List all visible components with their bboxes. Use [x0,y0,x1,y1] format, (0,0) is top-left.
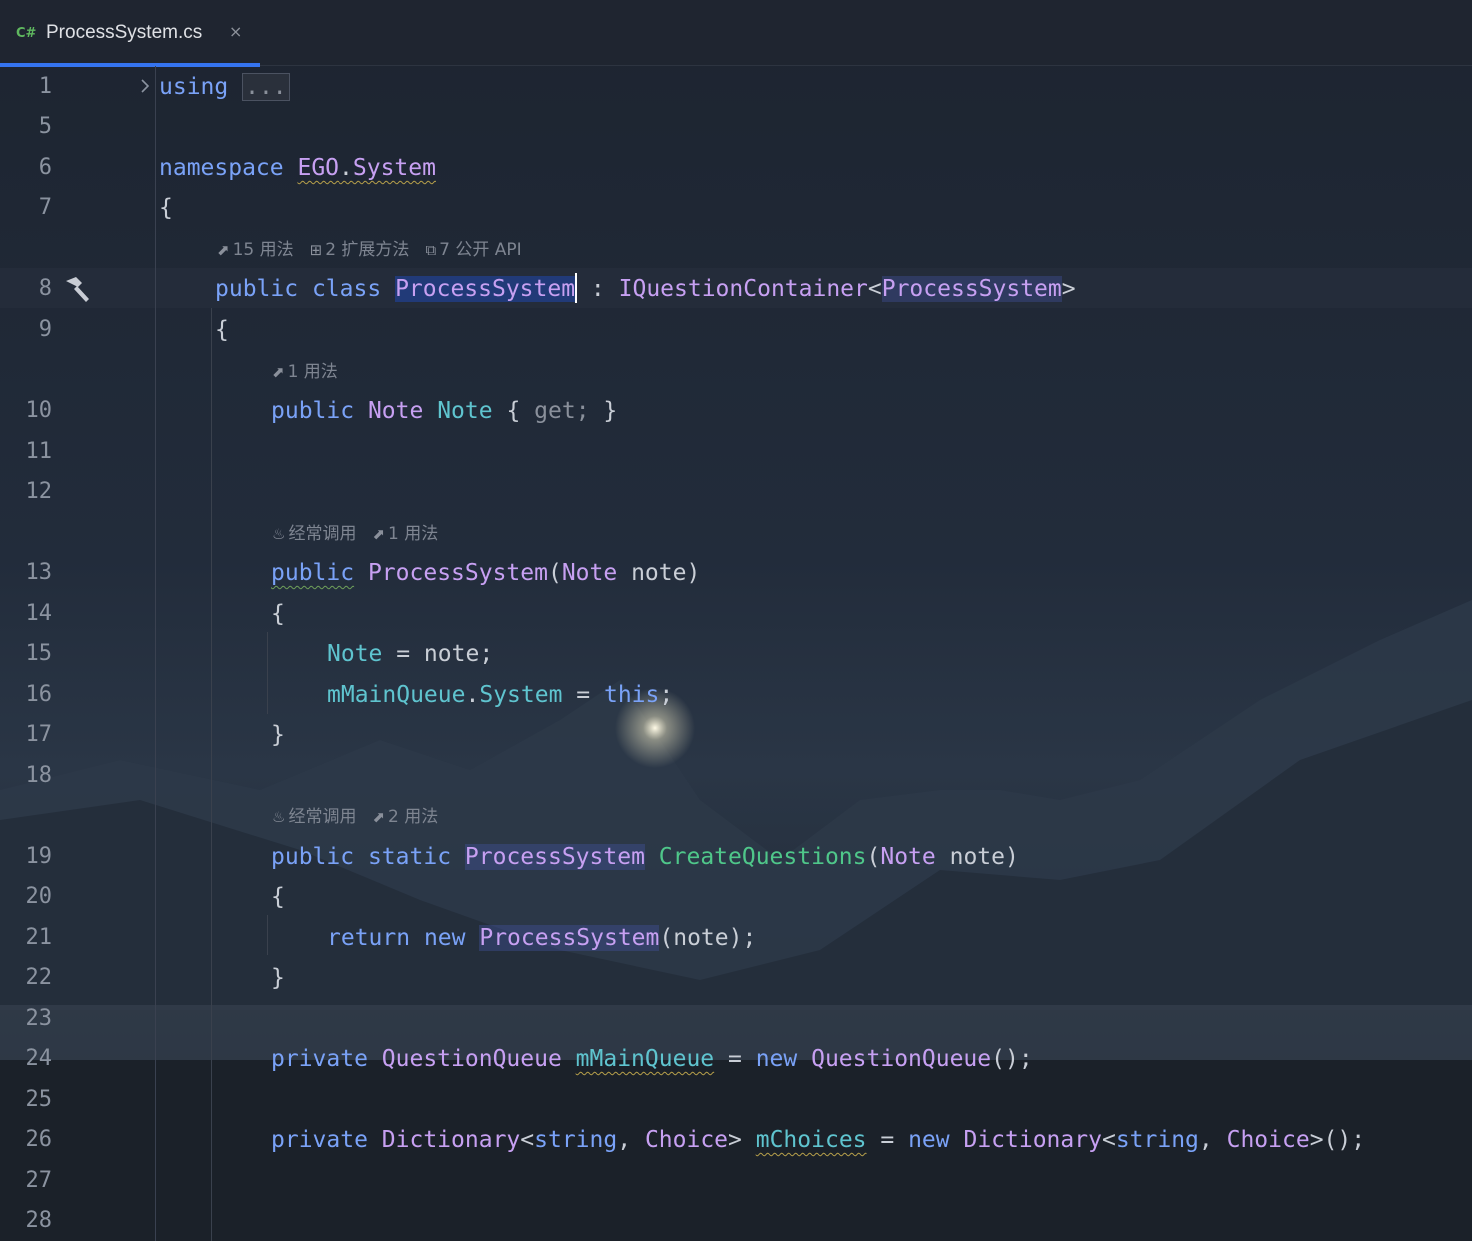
flame-icon: ♨ [272,808,286,826]
csharp-file-icon: C# [16,26,37,41]
hammer-icon[interactable] [62,275,92,303]
usages-icon: ⬈ [272,363,285,381]
code-line-8[interactable]: public class ProcessSystem : IQuestionCo… [215,269,1076,309]
indent-guide [267,632,268,714]
code-line-17[interactable]: } [271,715,285,755]
usages-icon: ⬈ [217,241,230,259]
code-line-10[interactable]: public Note Note { get; } [271,391,617,431]
code-line-15[interactable]: Note = note; [327,634,493,674]
indent-guide [211,308,212,1241]
class-extensions-hint[interactable]: ⊞ 2 扩展方法 [310,240,410,260]
close-icon[interactable]: × [229,22,242,41]
code-line-26[interactable]: private Dictionary<string, Choice> mChoi… [271,1120,1365,1160]
gutter-separator [155,66,156,1241]
line-number: 15 [25,641,53,666]
usages-icon: ⬈ [372,808,386,826]
constructor-inlay-hints: ♨ 经常调用 ⬈ 1 用法 [272,522,454,546]
property-usages-hint[interactable]: ⬈ 1 用法 [272,362,338,382]
line-number: 26 [25,1127,53,1152]
line-number: 13 [25,560,53,585]
line-number: 25 [25,1087,53,1112]
editor-tab-bar: C# ProcessSystem.cs × [0,0,1472,67]
folded-imports[interactable]: ... [242,73,290,101]
line-number: 17 [25,722,53,747]
code-line-16[interactable]: mMainQueue.System = this; [327,675,673,715]
static-frequent-hint[interactable]: ♨ 经常调用 [272,807,356,827]
tab-process-system[interactable]: C# ProcessSystem.cs × [0,0,260,67]
line-number: 27 [25,1168,53,1193]
code-line-1[interactable]: using ... [159,67,290,107]
code-line-7[interactable]: { [159,188,173,228]
constructor-usages-hint[interactable]: ⬈ 1 用法 [372,524,438,544]
line-number: 16 [25,682,53,707]
indent-guide [267,915,268,955]
code-line-19[interactable]: public static ProcessSystem CreateQuesti… [271,837,1019,877]
code-line-21[interactable]: return new ProcessSystem(note); [327,918,756,958]
code-line-24[interactable]: private QuestionQueue mMainQueue = new Q… [271,1039,1033,1079]
line-number: 7 [38,195,52,220]
line-number: 18 [25,763,53,788]
static-usages-hint[interactable]: ⬈ 2 用法 [372,807,438,827]
property-inlay-hints: ⬈ 1 用法 [272,360,354,384]
line-number: 12 [25,479,53,504]
line-number: 1 [38,74,52,99]
flame-icon: ♨ [272,525,286,543]
line-number: 22 [25,965,53,990]
code-line-9[interactable]: { [215,310,229,350]
class-inlay-hints: ⬈ 15 用法 ⊞ 2 扩展方法 ⧉ 7 公开 API [217,238,538,262]
extensions-icon: ⊞ [309,241,323,259]
line-number: 11 [25,439,53,464]
class-usages-hint[interactable]: ⬈ 15 用法 [217,240,294,260]
line-number: 24 [25,1046,53,1071]
line-number: 20 [25,884,53,909]
class-public-api-hint[interactable]: ⧉ 7 公开 API [425,240,521,260]
constructor-frequent-hint[interactable]: ♨ 经常调用 [272,524,356,544]
code-line-14[interactable]: { [271,594,285,634]
code-line-13[interactable]: public ProcessSystem(Note note) [271,553,700,593]
line-number: 14 [25,601,53,626]
line-number: 10 [25,398,53,423]
line-number: 19 [25,844,53,869]
tab-title: ProcessSystem.cs [46,22,203,43]
code-line-20[interactable]: { [271,877,285,917]
chevron-right-icon[interactable] [138,76,152,96]
line-number: 23 [25,1006,53,1031]
public-api-icon: ⧉ [425,241,437,259]
line-number: 5 [38,114,52,139]
code-line-6[interactable]: namespace EGO.System [159,148,436,188]
line-number: 9 [38,317,52,342]
line-number: 28 [25,1208,53,1233]
static-method-inlay-hints: ♨ 经常调用 ⬈ 2 用法 [272,805,454,829]
line-number: 6 [38,155,52,180]
code-line-22[interactable]: } [271,958,285,998]
usages-icon: ⬈ [372,525,386,543]
line-number: 21 [25,925,53,950]
line-number: 8 [38,276,52,301]
